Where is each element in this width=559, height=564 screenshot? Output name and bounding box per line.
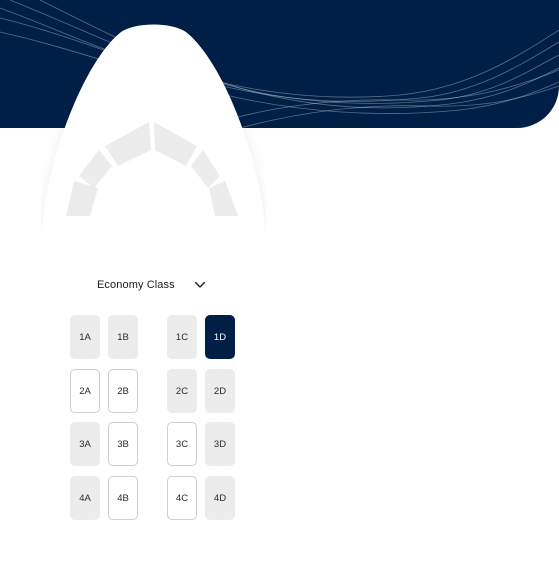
seat-4A[interactable]: 4A: [70, 476, 100, 520]
seat-3A[interactable]: 3A: [70, 422, 100, 466]
seat-label: 4B: [117, 492, 129, 504]
seat-3C[interactable]: 3C: [167, 422, 197, 466]
seat-label: 1A: [79, 331, 91, 343]
seat-2D[interactable]: 2D: [205, 369, 235, 413]
seat-label: 1D: [213, 331, 227, 343]
seat-1C[interactable]: 1C: [167, 315, 197, 359]
seat-4D[interactable]: 4D: [205, 476, 235, 520]
seat-4B[interactable]: 4B: [108, 476, 138, 520]
seat-1B[interactable]: 1B: [108, 315, 138, 359]
seat-3D[interactable]: 3D: [205, 422, 235, 466]
seat-label: 2C: [175, 385, 189, 397]
seat-2C[interactable]: 2C: [167, 369, 197, 413]
seat-label: 2A: [79, 385, 91, 397]
seat-1A[interactable]: 1A: [70, 315, 100, 359]
cabin-class-label: Economy Class: [97, 279, 175, 291]
seat-2A[interactable]: 2A: [70, 369, 100, 413]
seat-1D[interactable]: 1D: [205, 315, 235, 359]
seat-label: 3D: [213, 438, 227, 450]
seat-label: 2D: [213, 385, 227, 397]
seat-2B[interactable]: 2B: [108, 369, 138, 413]
cabin-class-dropdown[interactable]: Economy Class: [97, 276, 209, 294]
seat-label: 3C: [175, 438, 189, 450]
seat-label: 4A: [79, 492, 91, 504]
seat-label: 3A: [79, 438, 91, 450]
seat-label: 1C: [175, 331, 189, 343]
chevron-down-icon: [194, 281, 206, 288]
seat-label: 4C: [175, 492, 189, 504]
seat-3B[interactable]: 3B: [108, 422, 138, 466]
seat-label: 4D: [213, 492, 227, 504]
seat-label: 3B: [117, 438, 129, 450]
seat-4C[interactable]: 4C: [167, 476, 197, 520]
seat-label: 2B: [117, 385, 129, 397]
seat-label: 1B: [117, 331, 129, 343]
